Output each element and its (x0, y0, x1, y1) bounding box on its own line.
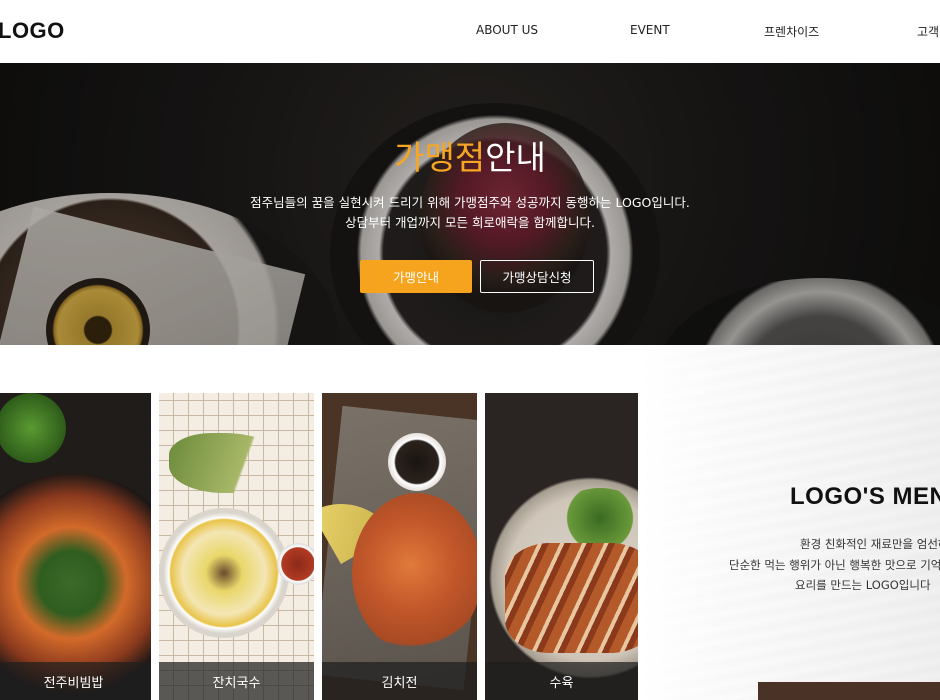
noodle-bowl-image (159, 508, 289, 638)
menu-desc-line3: 요리를 만드는 LOGO입니다 (795, 578, 931, 592)
menu-section-title: LOGO'S MENU (790, 483, 940, 510)
kimchi-pancake-image (352, 493, 477, 653)
hero-banner: 가맹점안내 점주님들의 꿈을 실현시켜 드리기 위해 가맹점주와 성공까지 동행… (0, 63, 940, 345)
hero-description: 점주님들의 꿈을 실현시켜 드리기 위해 가맹점주와 성공까지 동행하는 LOG… (0, 193, 940, 233)
hero-title: 가맹점안내 (0, 131, 940, 179)
menu-card-kimchijeon[interactable]: 김치전 (322, 393, 477, 700)
dipping-sauce-image (388, 433, 446, 491)
menu-card-label: 김치전 (322, 662, 477, 700)
menu-card-janchi-guksu[interactable]: 잔치국수 (159, 393, 314, 700)
greens-garnish-image (555, 488, 638, 548)
menu-card-label: 수육 (485, 662, 638, 700)
more-button-bar[interactable] (758, 682, 940, 700)
chili-sauce-image (277, 543, 314, 585)
nav-about-us[interactable]: ABOUT US (476, 23, 538, 37)
bibimbap-image (0, 473, 151, 693)
hero-title-rest: 안내 (485, 138, 546, 177)
site-logo[interactable]: LOGO (0, 18, 65, 44)
menu-card-bibimbap[interactable]: 전주비빔밥 (0, 393, 151, 700)
boiled-pork-image (505, 543, 638, 653)
menu-card-label: 전주비빔밥 (0, 662, 151, 700)
cilantro-garnish-image (0, 393, 66, 463)
menu-desc-line1: 환경 친화적인 재료만을 엄선하여 (800, 537, 940, 551)
menu-card-suyuk[interactable]: 수육 (485, 393, 638, 700)
menu-card-label: 잔치국수 (159, 662, 314, 700)
franchise-info-button[interactable]: 가맹안내 (360, 260, 472, 293)
hero-desc-line2: 상담부터 개업까지 모든 희로애락을 함께합니다. (345, 215, 595, 230)
menu-desc-line2: 단순한 먹는 행위가 아닌 행복한 맛으로 기억되는 (729, 558, 940, 572)
nav-event[interactable]: EVENT (630, 23, 670, 37)
hero-desc-line1: 점주님들의 꿈을 실현시켜 드리기 위해 가맹점주와 성공까지 동행하는 LOG… (250, 195, 690, 210)
nav-franchise[interactable]: 프렌차이즈 (764, 23, 819, 40)
hero-title-accent: 가맹점 (394, 138, 486, 177)
site-header: LOGO ABOUT US EVENT 프렌차이즈 고객센터 (0, 0, 940, 63)
franchise-consult-button[interactable]: 가맹상담신청 (480, 260, 594, 293)
menu-section-background (640, 345, 940, 700)
nav-customer-center[interactable]: 고객센터 (917, 23, 940, 40)
